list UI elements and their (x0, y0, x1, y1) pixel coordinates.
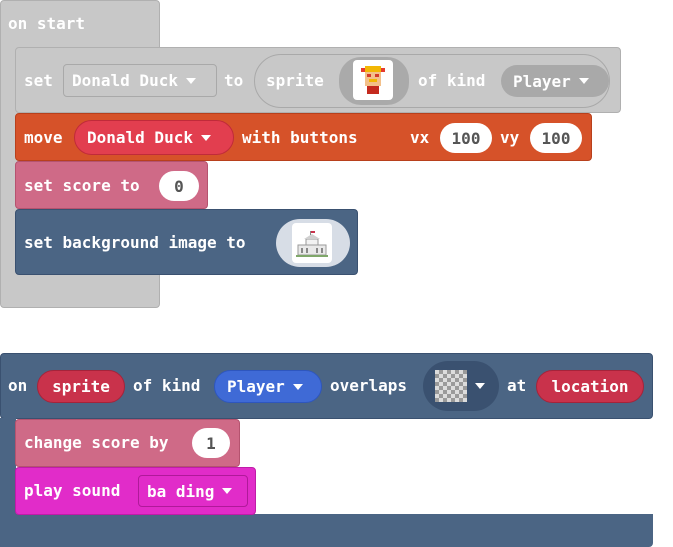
move-label: move (24, 128, 63, 147)
sprite-variable-value: Donald Duck (72, 71, 178, 90)
chevron-down-icon (200, 134, 211, 141)
move-sprite-value: Donald Duck (87, 128, 193, 147)
move-sprite-dropdown[interactable]: Donald Duck (74, 120, 234, 155)
donald-duck-pixel-icon (353, 60, 393, 100)
score-value-input[interactable]: 0 (159, 171, 199, 201)
of-kind-label: of kind (418, 71, 486, 90)
chevron-down-icon (185, 77, 196, 84)
with-buttons-label: with buttons (242, 128, 358, 147)
sound-value: ba ding (147, 481, 215, 501)
sprite-label: sprite (266, 71, 324, 90)
kind-value: Player (513, 71, 571, 91)
white-house-thumbnail-icon (292, 223, 332, 263)
vx-label: vx (410, 128, 430, 147)
to-label: to (224, 71, 244, 90)
on-overlap-footer (0, 514, 653, 547)
location-variable-text: location (551, 377, 629, 396)
on-label: on (8, 376, 28, 395)
other-kind-dropdown[interactable] (423, 361, 499, 411)
sprite-variable-text: sprite (52, 377, 110, 396)
change-score-label: change score by (24, 433, 169, 452)
change-score-value-input[interactable]: 1 (192, 428, 230, 458)
chevron-down-icon (475, 383, 485, 389)
set-background-label: set background image to (24, 233, 246, 252)
location-variable-pill[interactable]: location (536, 370, 644, 403)
chevron-down-icon (222, 488, 233, 494)
overlaps-label: overlaps (330, 376, 408, 395)
overlap-kind-dropdown[interactable]: Player (214, 370, 322, 403)
vy-label: vy (500, 128, 520, 147)
set-label: set (24, 71, 53, 90)
vx-input[interactable]: 100 (440, 123, 492, 153)
chevron-down-icon (578, 78, 589, 84)
checkerboard-transparent-icon (435, 370, 467, 402)
at-label: at (507, 376, 527, 395)
sprite-variable-pill[interactable]: sprite (37, 370, 125, 403)
vy-input[interactable]: 100 (530, 123, 582, 153)
play-sound-label: play sound (24, 481, 121, 500)
kind-dropdown[interactable]: Player (501, 65, 609, 97)
set-score-label: set score to (24, 176, 140, 195)
chevron-down-icon (292, 383, 303, 390)
overlap-kind-value: Player (227, 377, 285, 396)
of-kind-label: of kind (133, 376, 201, 395)
on-start-label: on start (8, 14, 86, 33)
sound-dropdown[interactable]: ba ding (138, 475, 248, 507)
sprite-variable-dropdown[interactable]: Donald Duck (63, 64, 217, 97)
